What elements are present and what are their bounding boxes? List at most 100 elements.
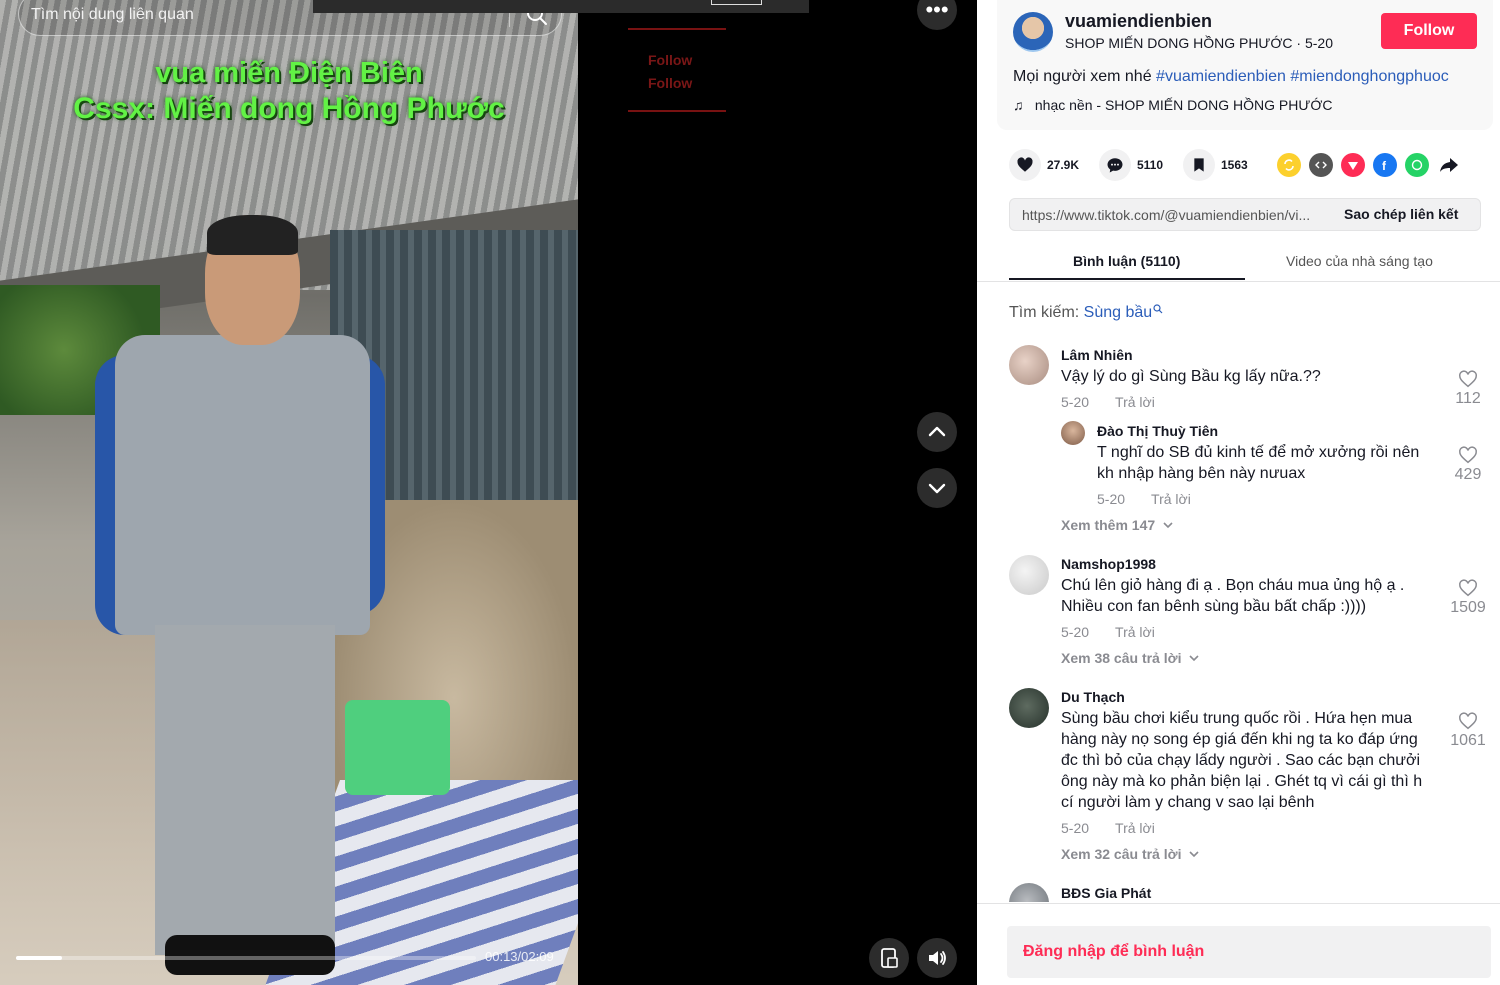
share-arrow-icon[interactable] <box>1437 153 1461 177</box>
avatar[interactable] <box>1061 421 1085 445</box>
view-more-replies-button[interactable]: Xem 32 câu trả lời <box>1061 846 1200 862</box>
person-shoes <box>165 935 335 975</box>
reply-button[interactable]: Trả lời <box>1115 624 1155 640</box>
overlay-line-2: Cssx: Miến dong Hồng Phước <box>73 92 505 125</box>
comment-meta: 5-20 Trả lời <box>1061 624 1155 640</box>
author-display-name[interactable]: SHOP MIẾN DONG HỒNG PHƯỚC <box>1065 35 1293 51</box>
comment-list: Lâm Nhiên Vậy lý do gì Sùng Bầu kg lấy n… <box>977 340 1500 902</box>
heart-outline-icon <box>1459 446 1477 464</box>
chevron-down-icon <box>1163 522 1173 529</box>
music-link[interactable]: ♫ nhạc nền - SHOP MIẾN DONG HỒNG PHƯỚC <box>1013 97 1332 113</box>
bookmark-icon <box>1183 149 1215 181</box>
video-link-box: https://www.tiktok.com/@vuamiendienbien/… <box>1009 198 1481 231</box>
tab-creator-videos[interactable]: Video của nhà sáng tạo <box>1286 253 1433 269</box>
follow-button[interactable]: Follow <box>1381 13 1477 49</box>
reply-button[interactable]: Trả lời <box>1151 491 1191 507</box>
like-count: 27.9K <box>1047 158 1080 172</box>
person-hair <box>207 215 298 255</box>
avatar[interactable] <box>1009 555 1049 595</box>
comment-like-button[interactable]: 1061 <box>1448 712 1488 750</box>
top-overlay-bar <box>313 0 809 13</box>
author-username[interactable]: vuamiendienbien <box>1065 11 1212 32</box>
comment-text: Vậy lý do gì Sùng Bầu kg lấy nữa.?? <box>1061 368 1321 385</box>
heart-outline-icon <box>1459 712 1477 730</box>
comment-search-hint: Tìm kiếm: Sùng bầu <box>1009 304 1163 322</box>
reply-button[interactable]: Trả lời <box>1115 394 1155 410</box>
embed-icon[interactable] <box>1309 153 1333 177</box>
comment-like-count: 1509 <box>1450 599 1486 616</box>
ghost-line-2 <box>628 110 726 112</box>
comment-like-count: 1061 <box>1450 732 1486 749</box>
comment-username[interactable]: Lâm Nhiên <box>1061 347 1133 363</box>
volume-icon <box>929 951 946 965</box>
subtitle-separator: · <box>1296 35 1305 51</box>
view-more-replies-button[interactable]: Xem thêm 147 <box>1061 517 1174 533</box>
reply-date: 5-20 <box>1097 491 1126 507</box>
reply-username[interactable]: Đào Thị Thuỳ Tiên <box>1097 423 1218 439</box>
view-more-replies-label: Xem thêm 147 <box>1061 517 1156 533</box>
hashtag-link[interactable]: #vuamiendienbien <box>1156 68 1286 85</box>
ghost-follow-text-2: Follow <box>648 75 693 91</box>
reply-like-button[interactable]: 429 <box>1448 446 1488 484</box>
view-more-replies-button[interactable]: Xem 38 câu trả lời <box>1061 650 1200 666</box>
save-button[interactable]: 1563 <box>1183 148 1248 182</box>
video-player[interactable]: vua miến Điện Biên Cssx: Miến dong Hồng … <box>0 0 977 985</box>
comment-button[interactable]: 5110 <box>1099 148 1163 182</box>
comment-username[interactable]: Du Thạch <box>1061 689 1125 705</box>
login-to-comment-button[interactable]: Đăng nhập để bình luận <box>1007 926 1491 978</box>
avatar[interactable] <box>1009 688 1049 728</box>
comment-date: 5-20 <box>1061 624 1090 640</box>
active-tab-indicator <box>1009 278 1245 280</box>
comment-like-count: 112 <box>1455 390 1481 407</box>
more-options-icon[interactable]: ••• <box>917 0 957 30</box>
avatar[interactable] <box>1009 883 1049 902</box>
details-panel: vuamiendienbien SHOP MIẾN DONG HỒNG PHƯỚ… <box>977 0 1500 985</box>
video-link-url[interactable]: https://www.tiktok.com/@vuamiendienbien/… <box>1022 207 1332 223</box>
chevron-down-icon <box>928 483 946 494</box>
search-hint-keyword[interactable]: Sùng bầu <box>1084 304 1153 321</box>
music-note-icon: ♫ <box>1013 97 1024 113</box>
video-frame[interactable]: vua miến Điện Biên Cssx: Miến dong Hồng … <box>0 0 578 985</box>
copy-link-button[interactable]: Sao chép liên kết <box>1344 206 1458 222</box>
reply-meta: 5-20 Trả lời <box>1097 491 1191 507</box>
heart-outline-icon <box>1459 370 1477 388</box>
comment-meta: 5-20 Trả lời <box>1061 394 1155 410</box>
reply-like-count: 429 <box>1454 466 1482 483</box>
comment-meta: 5-20 Trả lời <box>1061 820 1155 836</box>
comment-like-button[interactable]: 112 <box>1448 370 1488 408</box>
hashtag-link[interactable]: #miendonghongphuoc <box>1290 68 1448 85</box>
description-text: Mọi người xem nhé <box>1013 68 1152 85</box>
author-avatar[interactable] <box>1013 12 1053 52</box>
previous-video-button[interactable] <box>917 412 957 452</box>
chevron-down-icon <box>1189 851 1199 858</box>
comment-like-button[interactable]: 1509 <box>1448 579 1488 617</box>
volume-button[interactable] <box>917 938 957 978</box>
heart-outline-icon <box>1459 579 1477 597</box>
comment-text: Chú lên giỏ hàng đi ạ . Bọn cháu mua ủng… <box>1061 577 1405 615</box>
whatsapp-icon[interactable] <box>1405 153 1429 177</box>
action-bar: 27.9K 5110 1563 f <box>1009 148 1479 182</box>
top-overlay-button[interactable] <box>711 0 762 5</box>
login-to-comment-label: Đăng nhập để bình luận <box>1023 943 1205 960</box>
comment-date: 5-20 <box>1061 820 1090 836</box>
floating-player-button[interactable] <box>869 938 909 978</box>
scene-person <box>95 215 385 985</box>
floating-player-icon <box>881 948 898 968</box>
comment-username[interactable]: BĐS Gia Phát <box>1061 885 1151 901</box>
avatar[interactable] <box>1009 345 1049 385</box>
post-date: 5-20 <box>1304 35 1333 51</box>
person-pants <box>155 625 335 955</box>
person-jacket <box>115 335 370 635</box>
facebook-icon[interactable]: f <box>1373 153 1397 177</box>
reply-button[interactable]: Trả lời <box>1115 820 1155 836</box>
comment-username[interactable]: Namshop1998 <box>1061 556 1156 572</box>
chevron-down-icon <box>1189 655 1199 662</box>
video-progress-bar[interactable] <box>16 956 476 960</box>
repost-icon[interactable] <box>1277 153 1301 177</box>
panel-tabs: Bình luận (5110) Video của nhà sáng tạo <box>977 240 1500 282</box>
author-card: vuamiendienbien SHOP MIẾN DONG HỒNG PHƯỚ… <box>997 0 1493 130</box>
next-video-button[interactable] <box>917 468 957 508</box>
send-icon[interactable] <box>1341 153 1365 177</box>
tab-comments[interactable]: Bình luận (5110) <box>1073 253 1180 269</box>
like-button[interactable]: 27.9K <box>1009 148 1079 182</box>
